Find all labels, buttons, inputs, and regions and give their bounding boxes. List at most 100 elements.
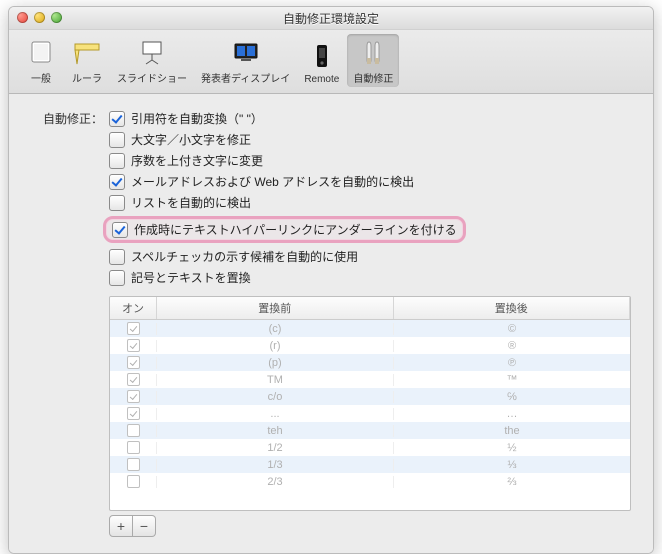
- checkbox-list: 引用符を自動変換（" "） 大文字／小文字を修正序数を上付き文字に変更メールアドレ…: [109, 108, 631, 537]
- cell-before[interactable]: ...: [156, 408, 393, 420]
- checkbox-detect-links[interactable]: [109, 174, 125, 190]
- checkbox-replace-text[interactable]: [109, 270, 125, 286]
- cell-before[interactable]: (r): [156, 340, 393, 352]
- table-row[interactable]: 1/2½: [110, 439, 630, 456]
- cell-before[interactable]: 2/3: [156, 476, 393, 488]
- autofix-icon: [357, 36, 389, 68]
- toolbar-tab-label: Remote: [304, 74, 339, 85]
- cell-after[interactable]: the: [393, 425, 630, 437]
- cell-after[interactable]: ®: [393, 340, 630, 352]
- cell-before[interactable]: TM: [156, 374, 393, 386]
- cell-before[interactable]: teh: [156, 425, 393, 437]
- cell-after[interactable]: ℅: [393, 391, 630, 403]
- table-buttons: + −: [109, 515, 631, 537]
- content-area: 自動修正： 引用符を自動変換（" "） 大文字／小文字を修正序数を上付き文字に変更…: [9, 94, 653, 553]
- table-row[interactable]: tehthe: [110, 422, 630, 439]
- table-row[interactable]: c/o℅: [110, 388, 630, 405]
- check-row-fix-case: 大文字／小文字を修正: [109, 129, 631, 150]
- checkbox-detect-lists[interactable]: [109, 195, 125, 211]
- close-button[interactable]: [17, 12, 28, 23]
- checkbox-label: 作成時にテキストハイパーリンクにアンダーラインを付ける: [134, 221, 457, 238]
- slideshow-icon: [136, 36, 168, 68]
- cell-after[interactable]: ™: [393, 374, 630, 386]
- table-row[interactable]: 1/3⅓: [110, 456, 630, 473]
- checkbox-underline-links[interactable]: [112, 222, 128, 238]
- cell-before[interactable]: c/o: [156, 391, 393, 403]
- toolbar-tab-slideshow[interactable]: スライドショー: [111, 34, 193, 87]
- row-enable-checkbox[interactable]: [127, 322, 140, 335]
- cell-after[interactable]: ½: [393, 442, 630, 454]
- cell-after[interactable]: ⅔: [393, 476, 630, 488]
- table-row[interactable]: (c)©: [110, 320, 630, 337]
- toolbar-tab-autofix[interactable]: 自動修正: [347, 34, 399, 87]
- cell-after[interactable]: ©: [393, 323, 630, 335]
- check-row-underline-links: 作成時にテキストハイパーリンクにアンダーラインを付ける: [109, 213, 631, 246]
- titlebar: 自動修正環境設定: [9, 7, 653, 30]
- table-row[interactable]: (r)®: [110, 337, 630, 354]
- cell-before[interactable]: 1/2: [156, 442, 393, 454]
- window-title: 自動修正環境設定: [9, 10, 653, 27]
- row-enable-checkbox[interactable]: [127, 390, 140, 403]
- checkbox-fix-case[interactable]: [109, 132, 125, 148]
- row-enable-checkbox[interactable]: [127, 339, 140, 352]
- preferences-window: 自動修正環境設定 一般ルーラスライドショー発表者ディスプレイ Remote 自動修正…: [8, 6, 654, 554]
- toolbar-tab-remote[interactable]: Remote: [298, 38, 345, 87]
- checkbox-label: 記号とテキストを置換: [131, 269, 251, 286]
- cell-before[interactable]: (c): [156, 323, 393, 335]
- cell-before[interactable]: (p): [156, 357, 393, 369]
- toolbar-tab-label: ルーラ: [72, 70, 102, 85]
- add-row-button[interactable]: +: [109, 515, 133, 537]
- check-row-replace-text: 記号とテキストを置換: [109, 267, 631, 288]
- cell-after[interactable]: ℗: [393, 357, 630, 369]
- check-row-detect-lists: リストを自動的に検出: [109, 192, 631, 213]
- toolbar-tab-label: スライドショー: [117, 70, 187, 85]
- checkbox-label: メールアドレスおよび Web アドレスを自動的に検出: [131, 173, 414, 190]
- table-row[interactable]: TM™: [110, 371, 630, 388]
- row-enable-checkbox[interactable]: [127, 475, 140, 488]
- table-header: オン 置換前 置換後: [110, 297, 630, 320]
- row-enable-checkbox[interactable]: [127, 441, 140, 454]
- checkbox-superscript[interactable]: [109, 153, 125, 169]
- check-row-smart-quotes: 引用符を自動変換（" "）: [109, 108, 631, 129]
- remove-row-button[interactable]: −: [133, 515, 156, 537]
- toolbar-tab-general[interactable]: 一般: [19, 34, 63, 87]
- header-after[interactable]: 置換後: [394, 297, 631, 319]
- replacement-table: オン 置換前 置換後 (c)©(r)®(p)℗TM™c/o℅...…tehthe…: [109, 296, 631, 511]
- ruler-icon: [71, 36, 103, 68]
- table-body[interactable]: (c)©(r)®(p)℗TM™c/o℅...…tehthe1/2½1/3⅓2/3…: [110, 320, 630, 510]
- table-row[interactable]: (p)℗: [110, 354, 630, 371]
- checkbox-label: 大文字／小文字を修正: [131, 131, 251, 148]
- cell-before[interactable]: 1/3: [156, 459, 393, 471]
- row-enable-checkbox[interactable]: [127, 424, 140, 437]
- checkbox-label: スペルチェッカの示す候補を自動的に使用: [131, 248, 358, 265]
- cell-after[interactable]: …: [393, 408, 630, 420]
- section-label: 自動修正：: [31, 108, 109, 537]
- row-enable-checkbox[interactable]: [127, 373, 140, 386]
- checkbox-label: 引用符を自動変換（" "）: [131, 110, 263, 127]
- checkbox-label: 序数を上付き文字に変更: [131, 152, 263, 169]
- presenter-icon: [230, 36, 262, 68]
- check-row-spell-suggest: スペルチェッカの示す候補を自動的に使用: [109, 246, 631, 267]
- header-before[interactable]: 置換前: [157, 297, 394, 319]
- header-on[interactable]: オン: [110, 297, 157, 319]
- minimize-button[interactable]: [34, 12, 45, 23]
- traffic-lights: [17, 12, 62, 23]
- row-enable-checkbox[interactable]: [127, 458, 140, 471]
- preferences-toolbar: 一般ルーラスライドショー発表者ディスプレイ Remote 自動修正: [9, 30, 653, 94]
- table-row[interactable]: ...…: [110, 405, 630, 422]
- table-row[interactable]: 2/3⅔: [110, 473, 630, 490]
- toolbar-tab-presenter[interactable]: 発表者ディスプレイ: [195, 34, 296, 87]
- toolbar-tab-ruler[interactable]: ルーラ: [65, 34, 109, 87]
- general-icon: [25, 36, 57, 68]
- checkbox-spell-suggest[interactable]: [109, 249, 125, 265]
- checkbox-smart-quotes[interactable]: [109, 111, 125, 127]
- toolbar-tab-label: 発表者ディスプレイ: [201, 70, 290, 85]
- checkbox-label: リストを自動的に検出: [131, 194, 251, 211]
- highlighted-option: 作成時にテキストハイパーリンクにアンダーラインを付ける: [103, 216, 466, 243]
- zoom-button[interactable]: [51, 12, 62, 23]
- check-row-detect-links: メールアドレスおよび Web アドレスを自動的に検出: [109, 171, 631, 192]
- row-enable-checkbox[interactable]: [127, 356, 140, 369]
- remote-icon: [306, 40, 338, 72]
- cell-after[interactable]: ⅓: [393, 459, 630, 471]
- row-enable-checkbox[interactable]: [127, 407, 140, 420]
